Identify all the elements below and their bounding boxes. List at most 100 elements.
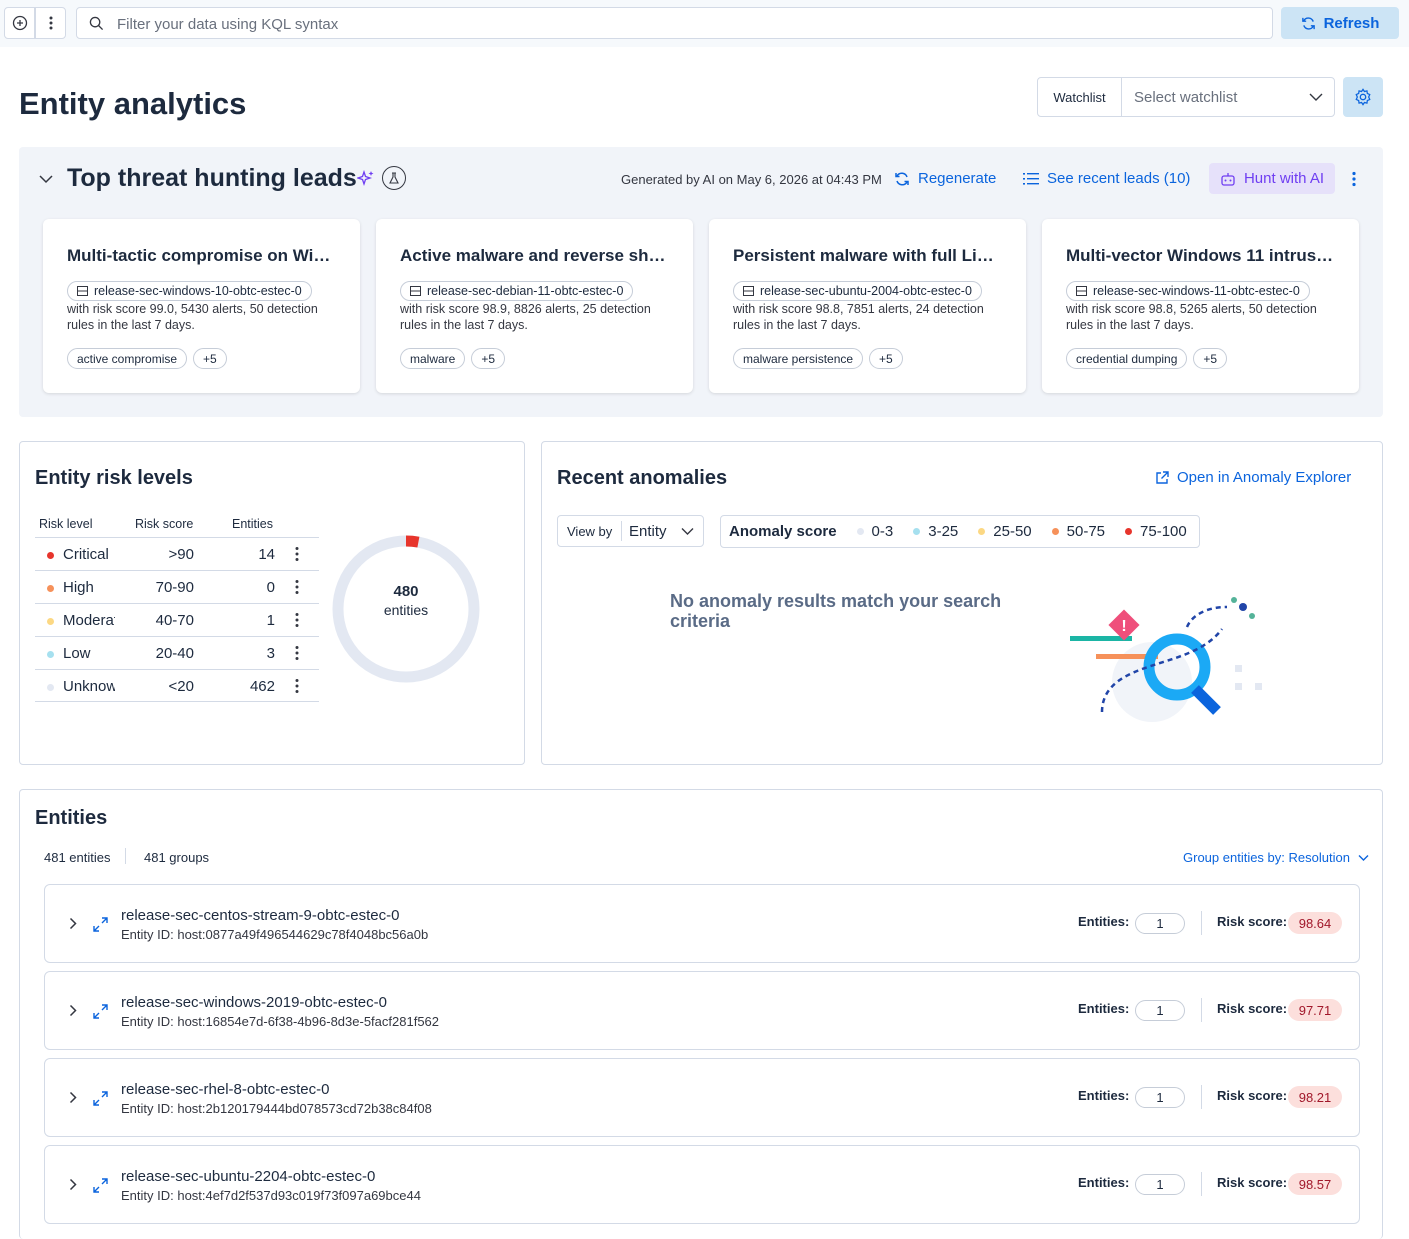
expand-chevron-icon[interactable] [69,1178,77,1191]
legend-label: 0-3 [871,523,894,540]
legend-item: 50-75 [1051,523,1105,540]
lead-card[interactable]: Multi-tactic compromise on Windows 10 ho… [43,219,360,393]
entity-id: Entity ID: host:0877a49f496544629c78f404… [121,927,429,942]
entity-name: release-sec-rhel-8-obtc-estec-0 [121,1081,330,1098]
lead-card[interactable]: Persistent malware with full Linux relea… [709,219,1026,393]
lead-card[interactable]: Active malware and reverse shells releas… [376,219,693,393]
risk-level: Critical [63,546,109,563]
row-actions-icon[interactable] [295,546,299,562]
anomalies-title: Recent anomalies [557,467,728,489]
lead-card-description: with risk score 98.9, 8826 alerts, 25 de… [400,302,651,332]
open-anomaly-explorer-label: Open in Anomaly Explorer [1177,469,1352,486]
row-actions-icon[interactable] [295,612,299,628]
group-by-button[interactable]: Group entities by: Resolution [1183,850,1369,865]
host-name: release-sec-ubuntu-2004-obtc-estec-0 [760,284,972,298]
legend-label: 3-25 [928,523,959,540]
expand-chevron-icon[interactable] [69,1091,77,1104]
recent-anomalies-panel: Recent anomalies Open in Anomaly Explore… [541,441,1383,765]
see-recent-leads-label: See recent leads (10) [1047,170,1191,187]
donut-total: 480 [393,583,419,600]
risk-score-badge: 98.57 [1288,1173,1342,1195]
chevron-down-icon [1358,854,1369,861]
entity-name: release-sec-centos-stream-9-obtc-estec-0 [121,907,400,924]
query-menu-button[interactable] [35,7,66,39]
host-badge[interactable]: release-sec-debian-11-obtc-estec-0 [400,281,634,301]
more-actions-icon[interactable] [1352,171,1356,187]
refresh-button[interactable]: Refresh [1281,7,1399,39]
legend-dot [1125,528,1133,535]
open-anomaly-explorer-link[interactable]: Open in Anomaly Explorer [1155,469,1351,486]
expand-chevron-icon[interactable] [69,917,77,930]
popout-icon [1156,470,1169,484]
entity-name: release-sec-windows-2019-obtc-estec-0 [121,994,387,1011]
add-filter-button[interactable] [4,7,35,39]
kql-search-input[interactable]: Filter your data using KQL syntax [76,7,1273,39]
entities-count: 481 entities [44,850,111,865]
empty-state-message: No anomaly results match your search cri… [670,591,1002,631]
groups-count: 481 groups [144,850,210,865]
svg-text:!: ! [1121,618,1126,635]
entity-id: Entity ID: host:2b120179444bd078573cd72b… [121,1101,432,1116]
entity-group-row[interactable]: release-sec-ubuntu-2204-obtc-estec-0 Ent… [44,1145,1360,1224]
row-actions-icon[interactable] [295,579,299,595]
see-recent-leads-button[interactable]: See recent leads (10) [1023,170,1190,187]
expand-arrows-icon[interactable] [93,1091,108,1106]
lead-tag-more[interactable]: +5 [1193,348,1228,369]
lead-card-description: with risk score 99.0, 5430 alerts, 50 de… [67,302,318,332]
entities-count-badge: 1 [1135,1174,1185,1195]
row-actions-icon[interactable] [295,645,299,661]
divider [621,521,622,541]
lead-tag-more[interactable]: +5 [193,348,227,369]
lead-card[interactable]: Multi-vector Windows 11 intrusion chain … [1042,219,1359,393]
entity-group-row[interactable]: release-sec-centos-stream-9-obtc-estec-0… [44,884,1360,963]
hunt-with-ai-label: Hunt with AI [1243,170,1325,187]
status-dot [47,651,54,658]
risk-row: Moderate 40-70 1 [35,603,319,636]
row-actions-icon[interactable] [295,678,299,694]
collapse-chevron-icon[interactable] [39,174,53,184]
entity-group-row[interactable]: release-sec-rhel-8-obtc-estec-0 Entity I… [44,1058,1360,1137]
entities-panel: Entities 481 entities 481 groups Group e… [19,789,1383,1239]
host-badge[interactable]: release-sec-windows-11-obtc-estec-0 [1066,281,1310,301]
watchlist-select[interactable]: Watchlist Select watchlist [1037,77,1335,117]
vertical-dots-icon [49,16,52,30]
status-dot [47,585,54,592]
expand-arrows-icon[interactable] [93,917,108,932]
host-badge[interactable]: release-sec-ubuntu-2004-obtc-estec-0 [733,281,982,301]
lead-tag: malware persistence [733,348,864,369]
host-name: release-sec-windows-10-obtc-estec-0 [94,284,302,298]
threat-hunting-leads-panel: Top threat hunting leads Generated by AI… [19,147,1383,417]
legend-dot [856,528,864,535]
beaker-icon [389,172,399,184]
entity-count: 1 [266,612,275,629]
host-badge[interactable]: release-sec-windows-10-obtc-estec-0 [67,281,312,301]
entity-risk-levels-panel: Entity risk levels Risk level Risk score… [19,441,525,765]
settings-button[interactable] [1343,77,1383,117]
host-name: release-sec-windows-11-obtc-estec-0 [1093,284,1300,298]
risk-score-label: Risk score: [1217,1001,1288,1016]
lead-tag-more[interactable]: +5 [869,348,903,369]
risk-row: High 70-90 0 [35,570,319,603]
regenerate-button[interactable]: Regenerate [894,170,996,187]
storage-icon [1076,286,1087,296]
expand-chevron-icon[interactable] [69,1004,77,1017]
lead-tag-more[interactable]: +5 [471,348,506,369]
anomaly-score-legend: Anomaly score 0-3 3-25 25-50 50-75 75-10… [720,515,1200,548]
entity-group-row[interactable]: release-sec-windows-2019-obtc-estec-0 En… [44,971,1360,1050]
view-by-value: Entity [629,523,667,540]
divider [1201,911,1202,935]
status-dot [47,552,54,559]
hunt-with-ai-button[interactable]: Hunt with AI [1209,163,1335,194]
beta-badge [382,166,406,190]
group-by-label: Group entities by: Resolution [1183,850,1350,865]
expand-arrows-icon[interactable] [93,1178,108,1193]
robot-icon [1221,172,1235,186]
view-by-select[interactable]: View by Entity [557,515,704,547]
lead-tag: malware [400,348,466,369]
expand-arrows-icon[interactable] [93,1004,108,1019]
entity-count: 3 [266,645,275,662]
risk-score: <20 [168,678,194,695]
legend-label: 25-50 [993,523,1032,540]
refresh-label: Refresh [1323,14,1380,32]
chevron-down-icon [1309,93,1323,101]
